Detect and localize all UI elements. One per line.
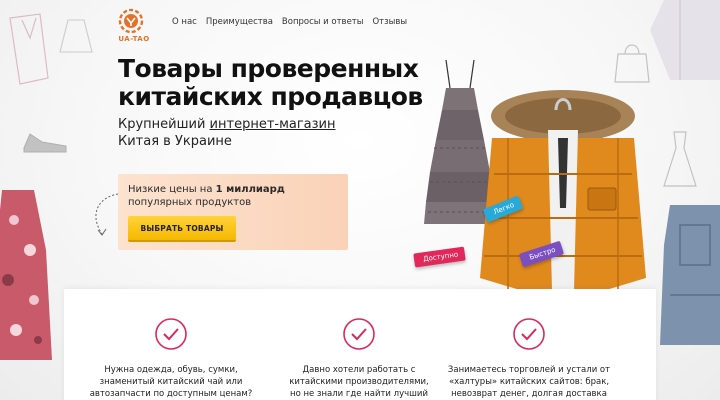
hero-subtitle: Крупнейший интернет-магазин Китая в Укра… <box>118 116 418 150</box>
offer-text: Низкие цены на 1 миллиард популярных про… <box>128 183 343 209</box>
hero-sub-link[interactable]: интернет-магазин <box>210 117 336 132</box>
feature-3-line1: Занимаетесь торговлей и устали от <box>447 365 611 375</box>
nav-item-advantages[interactable]: Преимущества <box>206 17 273 27</box>
nav-item-faq[interactable]: Вопросы и ответы <box>282 17 364 27</box>
feature-text-2: Давно хотели работать с китайскими произ… <box>274 364 444 400</box>
tag-accessible: Доступно <box>413 246 466 268</box>
nav-item-about[interactable]: О нас <box>172 17 197 27</box>
shirt-image <box>650 0 720 80</box>
feature-text-1: Нужна одежда, обувь, сумки, знаменитый к… <box>86 364 256 400</box>
feature-1-line1: Нужна одежда, обувь, сумки, <box>104 365 238 375</box>
main-nav: О нас Преимущества Вопросы и ответы Отзы… <box>172 17 407 27</box>
offer-box: Низкие цены на 1 миллиард популярных про… <box>118 174 348 250</box>
logo-text: UA-TAO <box>118 35 150 43</box>
doodle-shoe-icon <box>23 133 67 153</box>
nav-item-reviews[interactable]: Отзывы <box>372 17 407 27</box>
offer-text-part1: Низкие цены на <box>128 184 216 195</box>
features-panel: Нужна одежда, обувь, сумки, знаменитый к… <box>64 289 656 400</box>
check-circle-icon <box>155 318 187 350</box>
feature-1-line3: автозапчасти по доступным ценам? <box>89 389 253 399</box>
check-circle-icon <box>343 318 375 350</box>
landing-page: UA-TAO О нас Преимущества Вопросы и отве… <box>0 0 720 400</box>
check-circle-icon <box>513 318 545 350</box>
feature-text-3: Занимаетесь торговлей и устали от «халту… <box>444 364 614 400</box>
denim-jacket-image <box>660 205 720 345</box>
feature-2-line2: китайскими производителями, <box>289 377 429 387</box>
feature-3-line2: «халтуры» китайских сайтов: брак, <box>448 377 610 387</box>
hero-title: Товары проверенных китайских продавцов <box>118 55 448 111</box>
winter-jacket-image <box>480 90 646 290</box>
feature-2-line3: но не знали где найти лучший <box>290 389 428 399</box>
doodle-skirt-icon <box>59 19 93 53</box>
feature-1-line2: знаменитый китайский чай или <box>99 377 243 387</box>
floral-dress-image <box>0 190 52 360</box>
doodle-hanger-icon <box>9 13 49 85</box>
choose-products-button[interactable]: ВЫБРАТЬ ТОВАРЫ <box>128 216 236 240</box>
dashed-arrow-icon <box>95 193 119 236</box>
ua-tao-logo-icon <box>118 8 144 34</box>
hero-title-line2: китайских продавцов <box>118 82 423 111</box>
offer-text-bold: 1 миллиард <box>215 184 285 195</box>
site-logo[interactable]: UA-TAO <box>112 8 172 44</box>
hero-title-line1: Товары проверенных <box>118 54 419 83</box>
offer-text-line2: популярных продуктов <box>128 197 252 208</box>
doodle-dress-icon <box>663 131 697 187</box>
feature-3-line3: невозврат денег, долгая доставка <box>451 389 607 399</box>
hero-sub-text: Крупнейший <box>118 117 210 132</box>
feature-2-line1: Давно хотели работать с <box>302 365 416 375</box>
hero-sub-line2: Китая в Украине <box>118 134 232 149</box>
